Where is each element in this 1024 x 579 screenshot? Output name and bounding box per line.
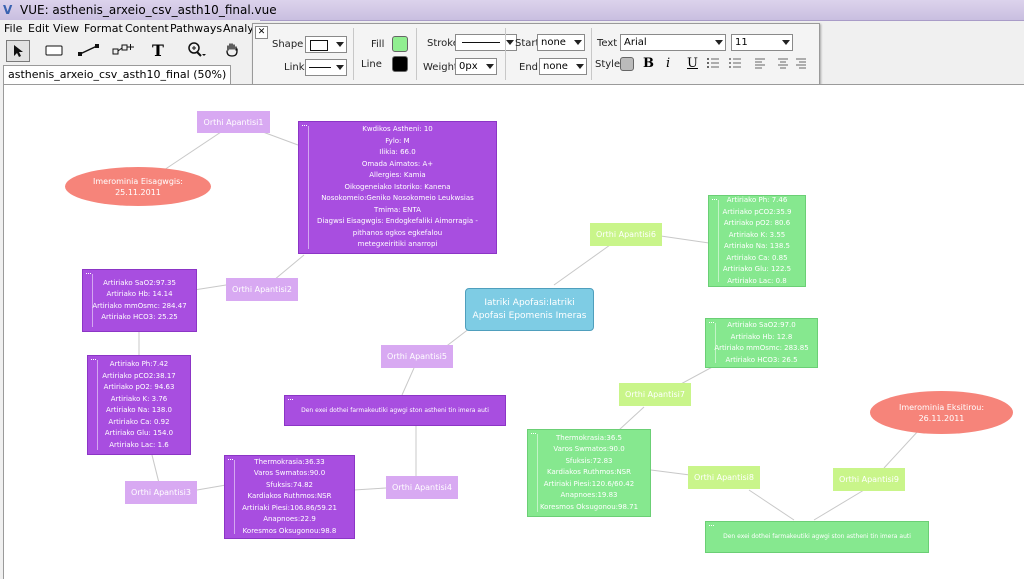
arrow-pointer-icon — [14, 45, 23, 57]
link-line[interactable] — [401, 367, 415, 396]
start-label: Start — [515, 38, 540, 49]
link-line[interactable] — [653, 234, 710, 244]
purple-blood-gas-1-node[interactable]: Artiriako SaO2:97.35 Artiriako Hb: 14.14… — [82, 269, 197, 332]
menu-content[interactable]: Content — [125, 22, 169, 35]
shape-select[interactable] — [305, 36, 347, 53]
node-link-tool-button[interactable] — [112, 40, 134, 60]
shape-label: Shape — [272, 39, 304, 50]
link-line[interactable] — [618, 406, 645, 431]
fill-color-swatch[interactable] — [392, 36, 408, 52]
link-line[interactable] — [813, 489, 865, 521]
orthi-apantisi-2-node[interactable]: Orthi Apantisi2 — [226, 278, 298, 301]
link-lines — [138, 121, 920, 521]
stroke-style-select[interactable] — [455, 34, 517, 51]
stroke-line-icon — [462, 42, 500, 43]
link-line-icon — [78, 44, 99, 56]
zoom-magnifier-icon — [188, 42, 206, 57]
orthi-apantisi-9-node[interactable]: Orthi Apantisi9 — [833, 468, 905, 491]
pan-tool-button[interactable] — [221, 40, 243, 60]
tool-bar: T — [0, 38, 260, 64]
orthi-apantisi-8-node[interactable]: Orthi Apantisi8 — [688, 466, 760, 489]
patient-info-node[interactable]: Kwdikos Asthenі: 10 Fylo: M Ilikia: 66.0… — [298, 121, 497, 254]
link-line[interactable] — [650, 469, 691, 476]
orthi-apantisi-7-node[interactable]: Orthi Apantisi7 — [619, 383, 691, 406]
rectangle-shape-icon — [310, 40, 328, 51]
map-canvas[interactable]: Orthi Apantisi1 Imerominia Eisagwgis: 25… — [3, 84, 1024, 579]
orthi-apantisi-3-node[interactable]: Orthi Apantisi3 — [125, 481, 197, 504]
menu-pathways[interactable]: Pathways — [170, 22, 222, 35]
link-line[interactable] — [196, 484, 227, 491]
fill-label: Fill — [371, 39, 385, 50]
green-blood-gas-1-node[interactable]: Artiriako Ph: 7.46 Artiriako pCO2:35.9 A… — [708, 195, 806, 287]
green-vitals-node[interactable]: Thermokrasia:36.5 Varos Swmatos:90.0 Sfu… — [527, 429, 651, 517]
menu-bar: File Edit View Format Content Pathways A… — [0, 20, 260, 38]
vue-app-icon: V — [3, 3, 13, 17]
tab-strip: asthenis_arxeio_csv_asth10_final (50%) — [0, 64, 1024, 84]
orthi-apantisi-6-node[interactable]: Orthi Apantisi6 — [590, 223, 662, 246]
discharge-date-node[interactable]: Imerominia Eksitirou: 26.11.2011 — [870, 391, 1013, 434]
rectangle-icon — [45, 45, 63, 56]
map-tab[interactable]: asthenis_arxeio_csv_asth10_final (50%) — [3, 65, 232, 84]
title-bar: V VUE: asthenis_arxeio_csv_asth10_final.… — [0, 0, 1024, 21]
hand-pan-icon — [226, 43, 238, 57]
purple-medication-node[interactable]: Den exei dothei farmakeutiki agwgi ston … — [284, 395, 506, 426]
link-line[interactable] — [151, 454, 160, 484]
close-icon: ✕ — [257, 27, 266, 37]
font-size-select[interactable]: 11 — [731, 34, 793, 51]
link-line[interactable] — [353, 487, 387, 491]
purple-vitals-node[interactable]: Thermokrasia:36.33 Varos Swmatos:90.0 Sf… — [224, 455, 355, 539]
start-arrow-select[interactable]: none — [537, 34, 585, 51]
green-medication-node[interactable]: Den exei dothei farmakeutiki agwgi ston … — [705, 521, 929, 553]
menu-format[interactable]: Format — [84, 22, 123, 35]
orthi-apantisi-1-node[interactable]: Orthi Apantisi1 — [197, 111, 270, 133]
shape-tool-button[interactable] — [43, 40, 65, 60]
menu-edit[interactable]: Edit — [28, 22, 49, 35]
selection-tool-button[interactable] — [6, 40, 30, 62]
purple-blood-gas-2-node[interactable]: Artiriako Ph:7.42 Artiriako pCO2:38.17 A… — [87, 355, 191, 455]
link-tool-button[interactable] — [78, 40, 100, 60]
link-line[interactable] — [748, 489, 795, 521]
link-line[interactable] — [273, 254, 305, 281]
orthi-apantisi-5-node[interactable]: Orthi Apantisi5 — [381, 345, 453, 368]
link-line[interactable] — [193, 284, 227, 291]
text-tool-button[interactable]: T — [147, 40, 169, 60]
text-t-icon: T — [152, 40, 164, 60]
window-title: VUE: asthenis_arxeio_csv_asth10_final.vu… — [20, 3, 277, 17]
font-family-select[interactable]: Arial — [620, 34, 726, 51]
menu-view[interactable]: View — [53, 22, 79, 35]
menu-analysis[interactable]: Analy — [223, 22, 254, 35]
close-palette-button[interactable]: ✕ — [255, 26, 268, 39]
link-line[interactable] — [883, 429, 920, 469]
menu-file[interactable]: File — [4, 22, 22, 35]
medical-decision-node[interactable]: Iatriki Apofasi:Iatriki Apofasi Epomenis… — [465, 288, 594, 331]
admission-date-node[interactable]: Imerominia Eisagwgis: 25.11.2011 — [65, 167, 211, 206]
orthi-apantisi-4-node[interactable]: Orthi Apantisi4 — [386, 476, 458, 499]
node-link-icon — [112, 44, 134, 55]
link-line[interactable] — [678, 364, 717, 386]
green-blood-gas-2-node[interactable]: Artiriako SaO2:97.0 Artiriako Hb: 12.8 A… — [705, 318, 818, 368]
text-label: Text — [597, 38, 618, 49]
zoom-tool-button[interactable] — [186, 40, 208, 60]
